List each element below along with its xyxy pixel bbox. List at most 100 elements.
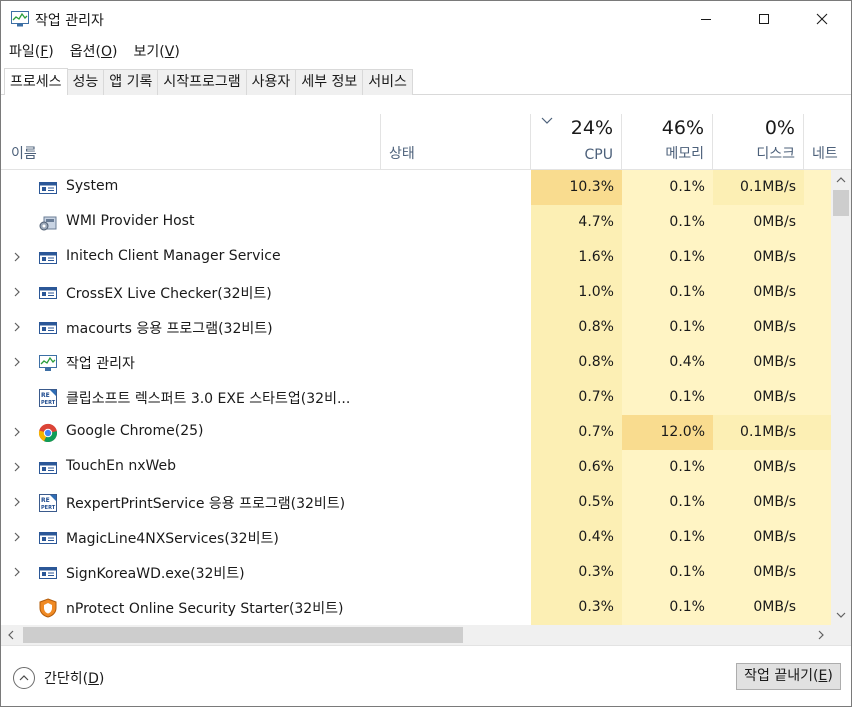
memory-cell: 0.1% (622, 520, 713, 555)
table-row[interactable]: WMI Provider Host 4.7% 0.1% 0MB/s (1, 205, 831, 240)
column-header-row: 이름 상태 24% CPU 46% 메모리 0% 디스크 네트 (1, 114, 851, 170)
memory-cell: 0.1% (622, 240, 713, 275)
tab-details[interactable]: 세부 정보 (295, 69, 364, 95)
tab-services[interactable]: 서비스 (362, 69, 413, 95)
table-row[interactable]: RE PERT 클립소프트 렉스퍼트 3.0 EXE 스타트업(32비... 0.7%… (1, 380, 831, 415)
footer-divider (1, 645, 851, 646)
disk-cell: 0MB/s (713, 485, 804, 520)
cpu-cell: 0.8% (531, 345, 622, 380)
disk-total: 0% (764, 117, 795, 139)
window-icon (38, 283, 58, 303)
memory-cell: 0.1% (622, 275, 713, 310)
table-row[interactable]: Initech Client Manager Service 1.6% 0.1% 0M… (1, 240, 831, 275)
tab-app-history[interactable]: 앱 기록 (103, 69, 159, 95)
menu-options[interactable]: 옵션(O) (62, 39, 126, 63)
fewer-details-label: 간단히(D) (44, 671, 105, 687)
cpu-cell: 0.6% (531, 450, 622, 485)
tab-performance[interactable]: 성능 (66, 69, 105, 95)
tab-startup[interactable]: 시작프로그램 (157, 69, 247, 95)
expand-chevron-icon[interactable] (11, 356, 23, 368)
footer: 간단히(D) 작업 끝내기(E) (1, 645, 851, 706)
cpu-cell: 1.6% (531, 240, 622, 275)
table-row[interactable]: RE PERT RexpertPrintService 응용 프로그램(32비트) 0… (1, 485, 831, 520)
svg-text:RE: RE (41, 497, 50, 504)
window-icon (38, 318, 58, 338)
menu-file[interactable]: 파일(F) (1, 39, 62, 63)
horizontal-scroll-thumb[interactable] (23, 627, 463, 643)
chevron-down-icon (836, 612, 846, 618)
horizontal-scrollbar[interactable] (1, 625, 831, 645)
column-header-status[interactable]: 상태 (381, 114, 531, 169)
column-header-disk[interactable]: 0% 디스크 (713, 114, 804, 169)
window-icon (38, 563, 58, 583)
table-row[interactable]: TouchEn nxWeb 0.6% 0.1% 0MB/s (1, 450, 831, 485)
window-icon (38, 528, 58, 548)
menu-view[interactable]: 보기(V) (126, 39, 188, 63)
minimize-button[interactable] (677, 1, 735, 37)
svg-text:RE: RE (41, 392, 50, 399)
tab-users[interactable]: 사용자 (245, 69, 297, 95)
disk-cell: 0MB/s (713, 310, 804, 345)
network-cell (804, 485, 831, 520)
column-network-label: 네트 (812, 146, 838, 162)
close-button[interactable] (793, 1, 851, 37)
table-row[interactable]: CrossEX Live Checker(32비트) 1.0% 0.1% 0MB/s (1, 275, 831, 310)
process-name: WMI Provider Host (66, 213, 195, 229)
expand-chevron-icon[interactable] (11, 566, 23, 578)
column-header-name[interactable]: 이름 (1, 114, 381, 169)
memory-cell: 0.1% (622, 170, 713, 205)
memory-cell: 12.0% (622, 415, 713, 450)
table-row[interactable]: macourts 응용 프로그램(32비트) 0.8% 0.1% 0MB/s (1, 310, 831, 345)
disk-cell: 0MB/s (713, 555, 804, 590)
maximize-button[interactable] (735, 1, 793, 37)
table-row[interactable]: SignKoreaWD.exe(32비트) 0.3% 0.1% 0MB/s (1, 555, 831, 590)
vertical-scroll-thumb[interactable] (833, 190, 849, 216)
cpu-cell: 0.5% (531, 485, 622, 520)
network-cell (804, 380, 831, 415)
expand-chevron-icon[interactable] (11, 321, 23, 333)
process-name: TouchEn nxWeb (66, 458, 177, 474)
title-bar[interactable]: 작업 관리자 (1, 1, 851, 37)
expand-chevron-icon[interactable] (11, 461, 23, 473)
table-row[interactable]: MagicLine4NXServices(32비트) 0.4% 0.1% 0MB/s (1, 520, 831, 555)
cpu-cell: 0.7% (531, 415, 622, 450)
table-row[interactable]: 작업 관리자 0.8% 0.4% 0MB/s (1, 345, 831, 380)
column-header-network[interactable]: 네트 (804, 114, 852, 169)
scroll-right-arrow[interactable] (813, 627, 829, 643)
disk-cell: 0MB/s (713, 345, 804, 380)
chevron-left-icon (8, 630, 14, 640)
sort-descending-icon (541, 117, 553, 124)
process-name: CrossEX Live Checker(32비트) (66, 286, 272, 302)
end-task-button[interactable]: 작업 끝내기(E) (736, 663, 841, 690)
table-row[interactable]: Google Chrome(25) 0.7% 12.0% 0.1MB/s (1, 415, 831, 450)
fewer-details-button[interactable]: 간단히(D) (13, 665, 133, 691)
process-list: System 10.3% 0.1% 0.1MB/s WMI Provider Host 4… (1, 170, 831, 625)
table-row[interactable]: System 10.3% 0.1% 0.1MB/s (1, 170, 831, 205)
scroll-left-arrow[interactable] (3, 627, 19, 643)
expand-chevron-icon[interactable] (11, 251, 23, 263)
network-cell (804, 275, 831, 310)
process-name: RexpertPrintService 응용 프로그램(32비트) (66, 496, 346, 512)
expand-chevron-icon[interactable] (11, 531, 23, 543)
scroll-down-arrow[interactable] (833, 607, 849, 623)
network-cell (804, 555, 831, 590)
table-row[interactable]: nProtect Online Security Starter(32비트) 0.… (1, 590, 831, 625)
disk-cell: 0MB/s (713, 450, 804, 485)
cpu-cell: 0.8% (531, 310, 622, 345)
cpu-cell: 0.4% (531, 520, 622, 555)
expand-chevron-icon[interactable] (11, 426, 23, 438)
expand-chevron-icon[interactable] (11, 496, 23, 508)
close-icon (816, 13, 828, 25)
scroll-up-arrow[interactable] (833, 172, 849, 188)
column-header-memory[interactable]: 46% 메모리 (622, 114, 713, 169)
process-name: Google Chrome(25) (66, 423, 204, 439)
tab-processes[interactable]: 프로세스 (4, 68, 68, 95)
network-cell (804, 310, 831, 345)
process-name: 작업 관리자 (66, 356, 135, 372)
network-cell (804, 345, 831, 380)
column-header-cpu[interactable]: 24% CPU (531, 114, 622, 169)
maximize-icon (759, 14, 769, 24)
column-memory-label: 메모리 (665, 146, 704, 162)
expand-chevron-icon[interactable] (11, 286, 23, 298)
vertical-scrollbar[interactable] (831, 170, 851, 625)
